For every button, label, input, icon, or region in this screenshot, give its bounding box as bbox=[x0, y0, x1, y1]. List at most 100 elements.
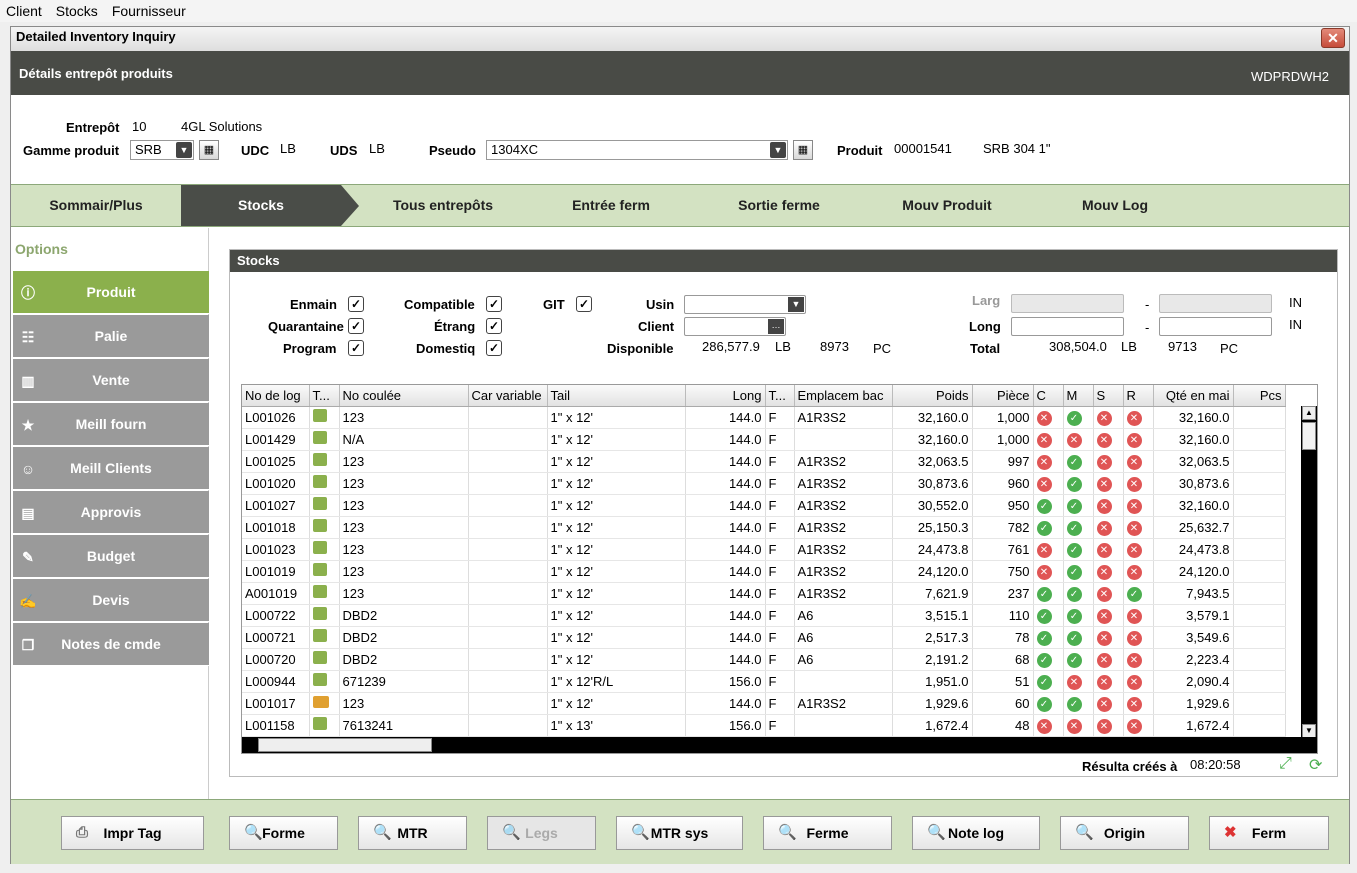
origin-button[interactable]: 🔍 Origin bbox=[1060, 816, 1189, 850]
table-row[interactable]: L001020 123 1" x 12' 144.0 F A1R3S2 30,873.6 96… bbox=[242, 472, 1286, 495]
table-row[interactable]: L000944 671239 1" x 12'R/L 156.0 F 1,951.0 51 ✓… bbox=[242, 670, 1286, 693]
tag-icon bbox=[312, 541, 327, 554]
pseudo-select[interactable]: 1304XC ▼ bbox=[486, 140, 788, 160]
tab-sommair[interactable]: Sommair/Plus bbox=[11, 185, 181, 226]
calendar-icon[interactable]: ▦ bbox=[793, 140, 813, 160]
sidebar-item-devis[interactable]: ✍ Devis bbox=[13, 579, 209, 622]
tab-mouv-log[interactable]: Mouv Log bbox=[1031, 185, 1199, 226]
table-row[interactable]: L001017 123 1" x 12' 144.0 F A1R3S2 1,929.6 60 ✓… bbox=[242, 692, 1286, 715]
usin-select[interactable]: ▼ bbox=[684, 295, 806, 314]
column-header[interactable]: R bbox=[1123, 385, 1154, 407]
sidebar-item-vente[interactable]: ▥ Vente bbox=[13, 359, 209, 402]
cell bbox=[468, 472, 548, 495]
etrang-checkbox[interactable]: ✓ bbox=[486, 318, 502, 334]
column-header[interactable]: T... bbox=[765, 385, 795, 407]
scroll-thumb[interactable] bbox=[258, 738, 432, 752]
lookup-icon[interactable]: … bbox=[768, 319, 784, 334]
column-header[interactable]: Pcs bbox=[1233, 385, 1286, 407]
table-row[interactable]: L001023 123 1" x 12' 144.0 F A1R3S2 24,473.8 76… bbox=[242, 538, 1286, 561]
tab-stocks[interactable]: Stocks bbox=[181, 185, 341, 226]
ferm-button[interactable]: ✖ Ferm bbox=[1209, 816, 1329, 850]
pages-icon: ❐ bbox=[21, 637, 35, 653]
scroll-down-icon[interactable]: ▼ bbox=[1302, 724, 1316, 738]
table-row[interactable]: L001026 123 1" x 12' 144.0 F A1R3S2 32,160.0 1,… bbox=[242, 406, 1286, 429]
enmain-checkbox[interactable]: ✓ bbox=[348, 296, 364, 312]
cell bbox=[468, 604, 548, 627]
quarantine-checkbox[interactable]: ✓ bbox=[348, 318, 364, 334]
column-header[interactable]: Car variable bbox=[468, 385, 548, 407]
program-checkbox[interactable]: ✓ bbox=[348, 340, 364, 356]
refresh-icon[interactable]: ⟳ bbox=[1309, 755, 1322, 775]
column-header[interactable]: No de log bbox=[242, 385, 310, 407]
vertical-scrollbar[interactable]: ▲ ▼ bbox=[1301, 406, 1317, 738]
column-header[interactable]: Emplacem bac bbox=[794, 385, 893, 407]
table-row[interactable]: L001025 123 1" x 12' 144.0 F A1R3S2 32,063.5 99… bbox=[242, 450, 1286, 473]
table-row[interactable]: L000721 DBD2 1" x 12' 144.0 F A6 2,517.3 78 ✓ ✓ ✕ ✕… bbox=[242, 626, 1286, 649]
column-header[interactable]: Qté en mai bbox=[1153, 385, 1234, 407]
tab-entree-ferm[interactable]: Entrée ferm bbox=[527, 185, 695, 226]
cell: 750 bbox=[972, 560, 1034, 583]
scroll-up-icon[interactable]: ▲ bbox=[1302, 406, 1316, 420]
sidebar-item-meill-clients[interactable]: ☺ Meill Clients bbox=[13, 447, 209, 490]
git-checkbox[interactable]: ✓ bbox=[576, 296, 592, 312]
column-header[interactable]: Poids bbox=[892, 385, 973, 407]
table-row[interactable]: A001019 123 1" x 12' 144.0 F A1R3S2 7,621.9 237… bbox=[242, 582, 1286, 605]
table-row[interactable]: L001018 123 1" x 12' 144.0 F A1R3S2 25,150.3 78… bbox=[242, 516, 1286, 539]
column-header[interactable]: S bbox=[1093, 385, 1124, 407]
gamme-select[interactable]: SRB ▼ bbox=[130, 140, 194, 160]
client-input[interactable]: … bbox=[684, 317, 786, 336]
column-header[interactable]: Pièce bbox=[972, 385, 1034, 407]
close-button[interactable]: ✕ bbox=[1321, 28, 1345, 48]
sidebar-item-budget[interactable]: ✎ Budget bbox=[13, 535, 209, 578]
cell-status: ✓ bbox=[1063, 604, 1094, 627]
cell: 144.0 bbox=[685, 516, 766, 539]
menu-stocks[interactable]: Stocks bbox=[50, 0, 104, 22]
table-row[interactable]: L000722 DBD2 1" x 12' 144.0 F A6 3,515.1 110 ✓ ✓ ✕… bbox=[242, 604, 1286, 627]
sidebar-item-notes[interactable]: ❐ Notes de cmde bbox=[13, 623, 209, 666]
cell: 1,000 bbox=[972, 406, 1034, 429]
table-row[interactable]: L001019 123 1" x 12' 144.0 F A1R3S2 24,120.0 75… bbox=[242, 560, 1286, 583]
menu-client[interactable]: Client bbox=[0, 0, 48, 22]
column-header[interactable]: Long bbox=[685, 385, 766, 407]
calendar-icon[interactable]: ▦ bbox=[199, 140, 219, 160]
long-to-input[interactable] bbox=[1159, 317, 1272, 336]
cell: L001429 bbox=[242, 428, 310, 451]
sidebar-item-palie[interactable]: ☷ Palie bbox=[13, 315, 209, 358]
column-header[interactable]: T... bbox=[309, 385, 340, 407]
expand-icon[interactable]: ⤢ bbox=[1279, 755, 1292, 773]
column-header[interactable]: M bbox=[1063, 385, 1094, 407]
impr-tag-button[interactable]: ⎙ Impr Tag bbox=[61, 816, 204, 850]
scroll-thumb[interactable] bbox=[1302, 422, 1316, 450]
compatible-checkbox[interactable]: ✓ bbox=[486, 296, 502, 312]
note-log-button[interactable]: 🔍 Note log bbox=[912, 816, 1040, 850]
menu-fournisseur[interactable]: Fournisseur bbox=[106, 0, 192, 22]
enmain-label: Enmain bbox=[290, 297, 337, 312]
table-row[interactable]: L001429 N/A 1" x 12' 144.0 F 32,160.0 1,000 ✕ ✕ ✕… bbox=[242, 428, 1286, 451]
sidebar-item-produit[interactable]: ⓘ Produit bbox=[13, 271, 209, 314]
sidebar-item-meill-fourn[interactable]: ★ Meill fourn bbox=[13, 403, 209, 446]
tag-icon bbox=[312, 629, 327, 642]
tab-mouv-produit[interactable]: Mouv Produit bbox=[863, 185, 1031, 226]
table-row[interactable]: L000720 DBD2 1" x 12' 144.0 F A6 2,191.2 68 ✓ ✓ ✕ ✕… bbox=[242, 648, 1286, 671]
sidebar-item-approvis[interactable]: ▤ Approvis bbox=[13, 491, 209, 534]
cell: 144.0 bbox=[685, 472, 766, 495]
forme-button[interactable]: 🔍 Forme bbox=[229, 816, 338, 850]
column-header[interactable]: Tail bbox=[547, 385, 686, 407]
tab-sortie-ferme[interactable]: Sortie ferme bbox=[695, 185, 863, 226]
cell-type bbox=[309, 472, 340, 495]
mtr-sys-button[interactable]: 🔍 MTR sys bbox=[616, 816, 743, 850]
tab-tous-entrepots[interactable]: Tous entrepôts bbox=[359, 185, 527, 226]
cell: F bbox=[765, 472, 795, 495]
domestiq-checkbox[interactable]: ✓ bbox=[486, 340, 502, 356]
cell-status: ✓ bbox=[1063, 494, 1094, 517]
cell-pcs bbox=[1233, 494, 1286, 517]
horizontal-scrollbar[interactable] bbox=[242, 737, 1317, 753]
table-row[interactable]: L001158 7613241 1" x 13' 156.0 F 1,672.4 48 ✕ ✕ ✕… bbox=[242, 714, 1286, 737]
table-row[interactable]: L001027 123 1" x 12' 144.0 F A1R3S2 30,552.0 95… bbox=[242, 494, 1286, 517]
long-from-input[interactable] bbox=[1011, 317, 1124, 336]
column-header[interactable]: C bbox=[1033, 385, 1064, 407]
cell: 1" x 12' bbox=[547, 560, 686, 583]
mtr-button[interactable]: 🔍 MTR bbox=[358, 816, 467, 850]
ferme-button[interactable]: 🔍 Ferme bbox=[763, 816, 892, 850]
column-header[interactable]: No coulée bbox=[339, 385, 469, 407]
